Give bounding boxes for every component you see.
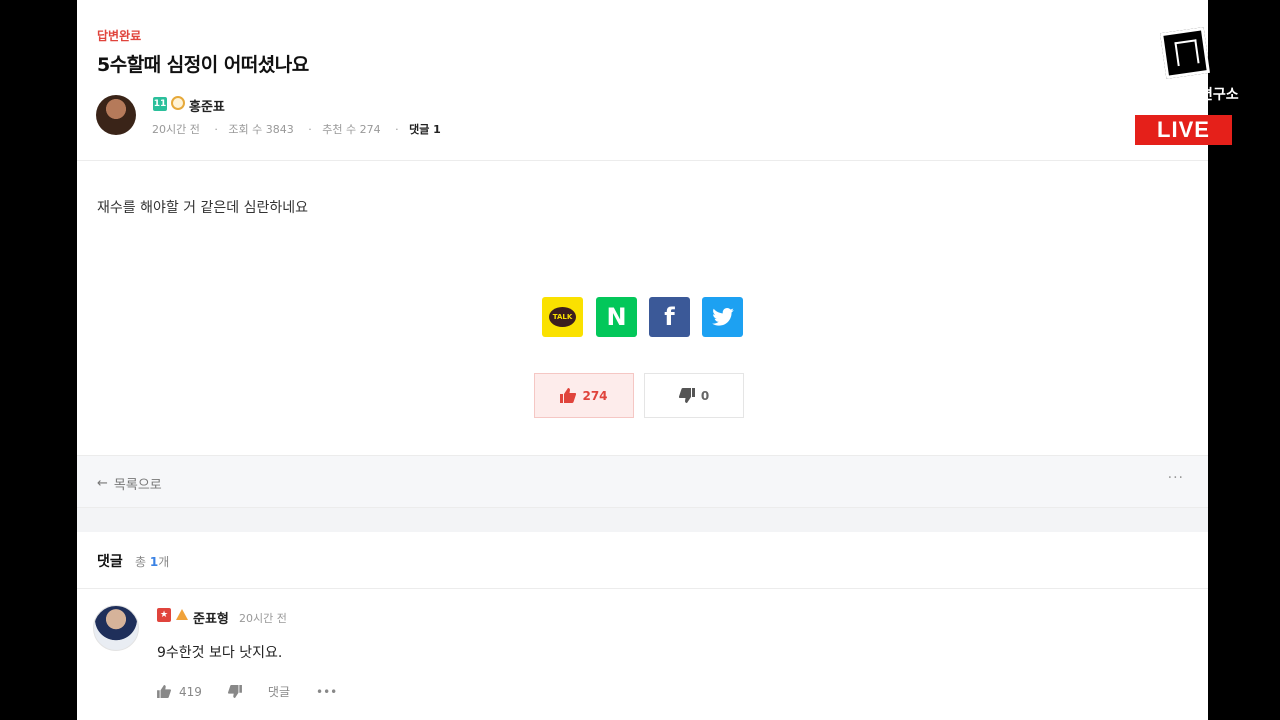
more-options-button[interactable]: ···: [1168, 470, 1184, 486]
comments-total-number: 1: [149, 555, 159, 569]
comments-total-prefix: 총: [135, 555, 150, 569]
divider: [77, 588, 1208, 589]
kakaotalk-icon: TALK: [549, 307, 576, 327]
share-naver-button[interactable]: N: [596, 297, 637, 337]
downvote-count: 0: [700, 388, 710, 403]
view-count: 조회 수 3843: [228, 123, 294, 136]
naver-icon: N: [606, 303, 627, 331]
post-time: 20시간 전: [152, 123, 200, 136]
upvote-count: 274: [582, 388, 608, 403]
comment-reply-button[interactable]: 댓글: [268, 683, 290, 700]
comment-like-icon[interactable]: [157, 685, 171, 698]
author-name[interactable]: 홍준표: [189, 96, 225, 115]
rank-icon: [176, 609, 188, 620]
comment-more-button[interactable]: •••: [316, 685, 337, 699]
commenter-name[interactable]: 준표형: [193, 608, 229, 627]
comment-time: 20시간 전: [239, 612, 287, 625]
share-twitter-button[interactable]: [702, 297, 743, 337]
comment-dislike-icon[interactable]: [227, 685, 242, 698]
downvote-button[interactable]: 0: [644, 373, 744, 418]
comments-total: 총 1개: [135, 553, 169, 570]
comments-heading: 댓글: [97, 554, 123, 570]
official-badge-icon: ★: [157, 608, 171, 622]
post-header: 답변완료 5수할때 심정이 어떠셨나요 11 홍준표 20시간 전 · 조회 수…: [77, 0, 1208, 161]
comment-count-link[interactable]: 댓글 1: [409, 123, 441, 136]
thumbs-down-icon: [678, 388, 695, 403]
medal-icon: [171, 96, 185, 110]
channel-logo-text: 연구소: [1200, 87, 1239, 103]
channel-logo-icon: [1160, 27, 1210, 79]
recommend-count: 추천 수 274: [322, 123, 381, 136]
answer-status-label: 답변완료: [97, 29, 142, 43]
post-title: 5수할때 심정이 어떠셨나요: [97, 54, 309, 76]
level-badge-icon: 11: [153, 97, 167, 111]
live-badge: LIVE: [1135, 115, 1232, 145]
meta-separator: ·: [214, 123, 218, 136]
post-page: 답변완료 5수할때 심정이 어떠셨나요 11 홍준표 20시간 전 · 조회 수…: [77, 0, 1208, 720]
comment-actions: 419 댓글 •••: [157, 683, 337, 700]
post-nav-bar: ← 목록으로 ···: [77, 455, 1208, 508]
post-body: 재수를 해야할 거 같은데 심란하네요: [97, 200, 308, 216]
post-meta: 20시간 전 · 조회 수 3843 · 추천 수 274 · 댓글 1: [152, 121, 441, 137]
twitter-icon: [711, 308, 734, 326]
section-gap: [77, 508, 1208, 532]
facebook-icon: f: [664, 303, 675, 331]
commenter-avatar[interactable]: [93, 605, 139, 651]
thumbs-up-icon: [560, 388, 577, 403]
arrow-left-icon: ←: [97, 476, 108, 491]
upvote-button[interactable]: 274: [534, 373, 634, 418]
share-facebook-button[interactable]: f: [649, 297, 690, 337]
author-avatar[interactable]: [96, 95, 136, 135]
comment-text: 9수한것 보다 낫지요.: [157, 645, 283, 661]
meta-separator: ·: [395, 123, 399, 136]
share-kakaotalk-button[interactable]: TALK: [542, 297, 583, 337]
comment-like-count: 419: [179, 684, 202, 699]
comments-total-suffix: 개: [158, 555, 170, 569]
back-to-list-link[interactable]: ← 목록으로: [97, 474, 162, 493]
meta-separator: ·: [308, 123, 312, 136]
back-to-list-label: 목록으로: [113, 478, 162, 493]
